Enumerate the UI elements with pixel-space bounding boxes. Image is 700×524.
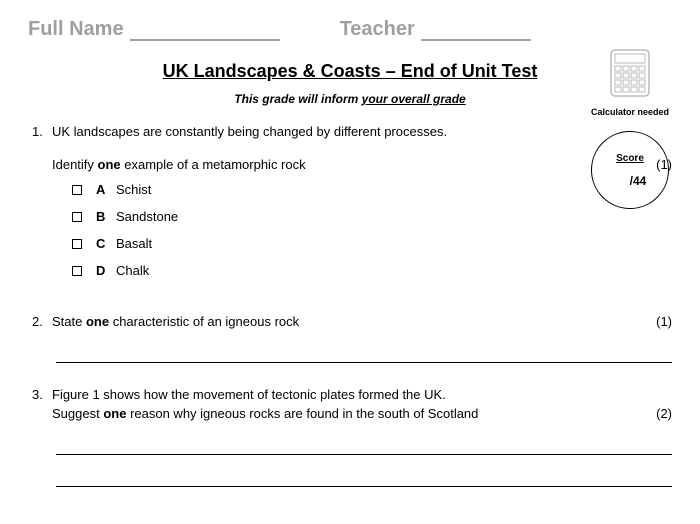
checkbox-icon[interactable] [72,266,82,276]
q3-line2-post: reason why igneous rocks are found in th… [126,406,478,421]
q3-line1: Figure 1 shows how the movement of tecto… [52,387,672,402]
q1-optC-text: Basalt [116,236,152,251]
teacher-field[interactable]: Teacher [340,18,531,41]
sidebar: Calculator needed Score /44 [586,48,674,209]
checkbox-icon[interactable] [72,185,82,195]
calculator-icon [609,48,651,98]
page-title: UK Landscapes & Coasts – End of Unit Tes… [28,61,672,82]
q3-line2-bold: one [103,406,126,421]
subtitle-ul: your overall grade [362,92,466,106]
page-subtitle: This grade will inform your overall grad… [28,92,672,106]
q1-prompt-pre: Identify [52,157,98,172]
q2-prompt-bold: one [86,314,109,329]
checkbox-icon[interactable] [72,212,82,222]
teacher-line[interactable] [421,21,531,41]
q2-prompt-pre: State [52,314,86,329]
q1-option-d[interactable]: D Chalk [72,263,672,278]
q1-prompt-bold: one [98,157,121,172]
q1-prompt-post: example of a metamorphic rock [121,157,306,172]
q1-optA-letter: A [96,182,116,197]
q1-option-c[interactable]: C Basalt [72,236,672,251]
q1-prompt: Identify one example of a metamorphic ro… [52,157,306,172]
full-name-label: Full Name [28,18,124,41]
calculator-label: Calculator needed [586,107,674,117]
q2-answer-line[interactable] [56,337,672,363]
full-name-field[interactable]: Full Name [28,18,280,41]
q1-optC-letter: C [96,236,116,251]
subtitle-pre: This grade will inform [234,92,361,106]
score-label: Score [616,153,644,164]
q2-prompt: State one characteristic of an igneous r… [52,314,299,329]
score-total: /44 [630,174,647,188]
q1-optD-text: Chalk [116,263,149,278]
question-2: 2. State one characteristic of an igneou… [32,314,672,329]
q3-line2-pre: Suggest [52,406,103,421]
question-3: 3. Figure 1 shows how the movement of te… [32,387,672,421]
q1-intro: UK landscapes are constantly being chang… [52,124,672,139]
q3-answer-line-2[interactable] [56,461,672,487]
q3-number: 3. [32,387,52,421]
q1-optB-text: Sandstone [116,209,178,224]
score-circle: Score /44 [591,131,669,209]
q2-marks: (1) [632,314,672,329]
questions: 1. UK landscapes are constantly being ch… [28,124,672,487]
q1-options: A Schist B Sandstone C Basalt D Chalk [72,182,672,278]
q1-optA-text: Schist [116,182,151,197]
q1-option-a[interactable]: A Schist [72,182,672,197]
header-row: Full Name Teacher [28,18,672,41]
q1-number: 1. [32,124,52,290]
q2-number: 2. [32,314,52,329]
q1-option-b[interactable]: B Sandstone [72,209,672,224]
q1-optB-letter: B [96,209,116,224]
q1-optD-letter: D [96,263,116,278]
q3-answer-line-1[interactable] [56,429,672,455]
full-name-line[interactable] [130,21,280,41]
q3-marks: (2) [632,406,672,421]
q2-prompt-post: characteristic of an igneous rock [109,314,299,329]
teacher-label: Teacher [340,18,415,41]
question-1: 1. UK landscapes are constantly being ch… [32,124,672,290]
checkbox-icon[interactable] [72,239,82,249]
q3-line2: Suggest one reason why igneous rocks are… [52,406,478,421]
